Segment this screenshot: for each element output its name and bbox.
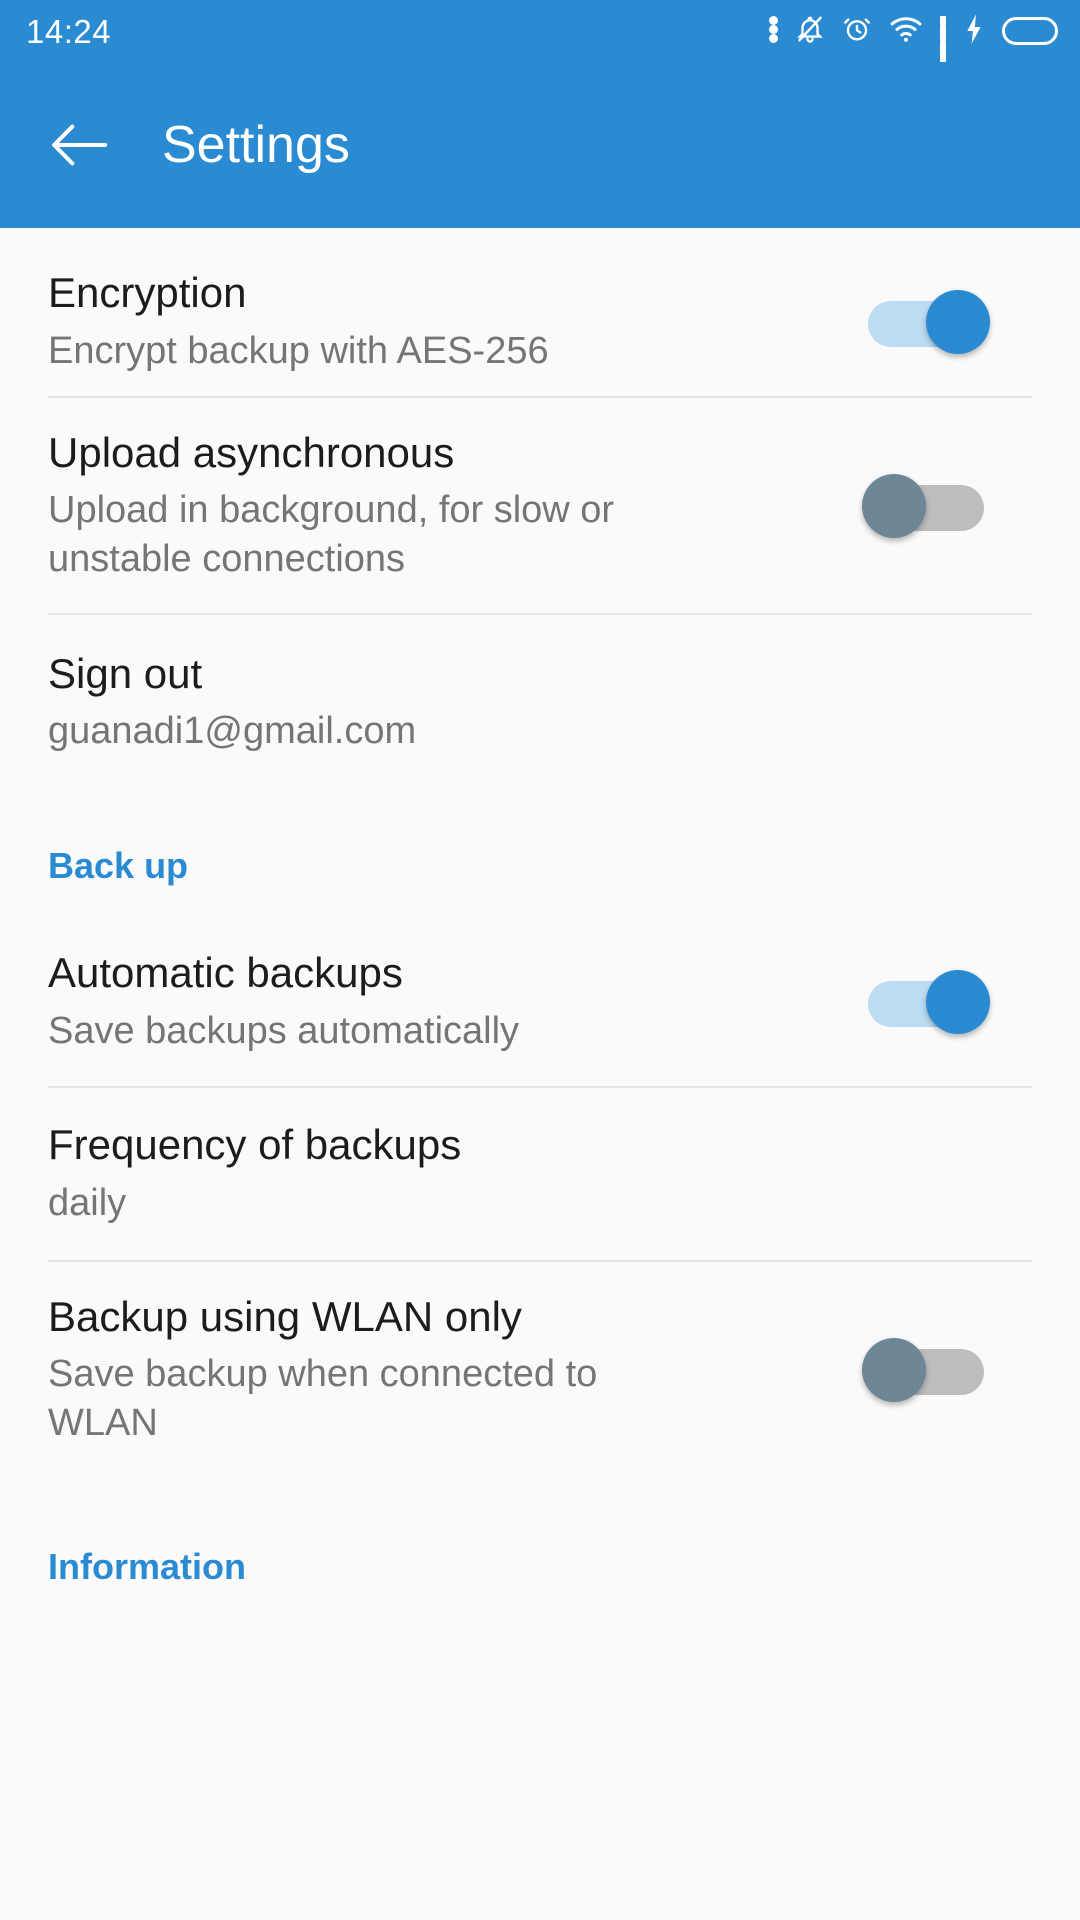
setting-title: Encryption — [48, 269, 247, 317]
account-email: guanadi1@gmail.com — [48, 710, 417, 753]
setting-row-encryption[interactable]: Encryption Encrypt backup with AES-256 — [0, 228, 1080, 396]
setting-subtitle: Encrypt backup with AES-256 — [48, 329, 549, 372]
back-arrow-icon[interactable] — [48, 113, 112, 177]
setting-row-backup-wlan-only[interactable]: Backup using WLAN only Save backup when … — [0, 1262, 1080, 1477]
toggle-thumb — [926, 970, 990, 1034]
setting-subtitle: Save backups automatically — [48, 1009, 520, 1052]
status-bar-icons — [769, 13, 1058, 92]
alarm-clock-icon — [842, 13, 872, 50]
battery-icon — [1002, 17, 1058, 45]
settings-list: Encryption Encrypt backup with AES-256 U… — [0, 228, 1080, 1920]
cellular-signal-icon — [940, 16, 946, 92]
automatic-backups-toggle[interactable] — [862, 970, 990, 1034]
setting-row-encryption-text: Encryption Encrypt backup with AES-256 — [48, 268, 862, 375]
setting-title: Upload asynchronous — [48, 428, 455, 476]
section-header-back-up: Back up — [48, 845, 189, 886]
section-header-information: Information — [48, 1546, 246, 1587]
setting-row-upload-asynchronous-text: Upload asynchronous Upload in background… — [48, 428, 862, 584]
status-bar-clock: 14:24 — [26, 12, 112, 50]
setting-row-automatic-backups[interactable]: Automatic backups Save backups automatic… — [0, 918, 1080, 1086]
setting-subtitle: Upload in background, for slow or unstab… — [48, 489, 615, 580]
setting-title: Frequency of backups — [48, 1121, 462, 1169]
notifications-muted-icon — [795, 13, 825, 50]
setting-row-backup-wlan-only-text: Backup using WLAN only Save backup when … — [48, 1292, 862, 1448]
encryption-toggle[interactable] — [862, 290, 990, 354]
setting-subtitle: Save backup when connected to WLAN — [48, 1353, 598, 1444]
charging-bolt-icon — [963, 13, 985, 50]
toggle-thumb — [862, 473, 926, 538]
setting-row-frequency-of-backups[interactable]: Frequency of backups daily — [0, 1088, 1080, 1260]
frequency-value: daily — [48, 1181, 127, 1224]
upload-asynchronous-toggle[interactable] — [862, 473, 990, 538]
wifi-icon — [889, 14, 923, 49]
more-dots-icon — [769, 16, 778, 46]
setting-row-automatic-backups-text: Automatic backups Save backups automatic… — [48, 948, 862, 1055]
setting-title: Backup using WLAN only — [48, 1292, 522, 1340]
page-title: Settings — [162, 116, 350, 174]
setting-row-sign-out-text: Sign out guanadi1@gmail.com — [48, 649, 1032, 756]
toggle-thumb — [862, 1337, 926, 1402]
status-bar: 14:24 — [0, 0, 1080, 92]
backup-wlan-only-toggle[interactable] — [862, 1337, 990, 1402]
app-bar: Settings — [0, 62, 1080, 228]
setting-title: Sign out — [48, 649, 203, 697]
setting-row-upload-asynchronous[interactable]: Upload asynchronous Upload in background… — [0, 398, 1080, 613]
toggle-thumb — [926, 290, 990, 354]
setting-row-frequency-of-backups-text: Frequency of backups daily — [48, 1120, 1032, 1227]
setting-title: Automatic backups — [48, 949, 403, 997]
settings-screen: 14:24 Settings Encryption Encrypt backup… — [0, 0, 1080, 1920]
setting-row-sign-out[interactable]: Sign out guanadi1@gmail.com — [0, 615, 1080, 790]
